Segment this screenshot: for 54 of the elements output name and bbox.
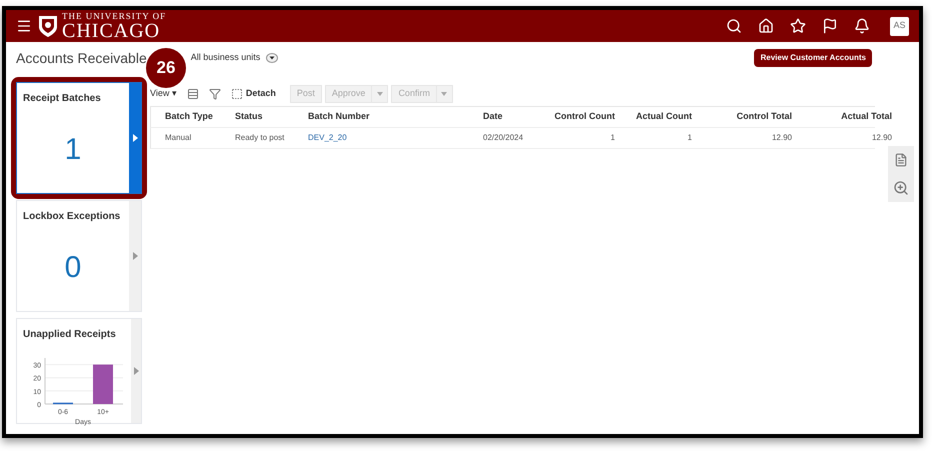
callout-badge: 26: [146, 48, 186, 88]
bar: [93, 364, 113, 404]
tile-title: Unapplied Receipts: [23, 328, 117, 342]
side-panel-tab[interactable]: [888, 146, 914, 174]
column-header[interactable]: Control Total: [692, 110, 792, 124]
column-header[interactable]: Actual Total: [792, 110, 892, 124]
dropdown-caret-icon[interactable]: [372, 85, 388, 103]
table-cell-text: 12.90: [870, 132, 892, 144]
search-icon: [893, 180, 909, 196]
tile-expand-strip[interactable]: [129, 83, 141, 193]
crest-icon: [38, 14, 58, 38]
business-unit-selector[interactable]: All business units: [190, 51, 260, 65]
page-title: Accounts Receivable: [16, 48, 147, 68]
column-header[interactable]: Batch Number: [308, 110, 483, 124]
tile-count: 0: [64, 250, 82, 286]
document-icon: [894, 153, 908, 167]
user-avatar[interactable]: AS: [890, 16, 909, 36]
flag-icon[interactable]: [822, 18, 838, 34]
tile-expand-strip[interactable]: [129, 201, 141, 311]
caret-icon: [134, 367, 138, 375]
table-cell-text: 1: [610, 132, 615, 144]
dropdown-icon[interactable]: [266, 53, 278, 63]
side-panel-tab[interactable]: [888, 174, 914, 202]
table-cell-text: 12.90: [770, 132, 792, 144]
batch-number-link[interactable]: DEV_2_20: [308, 132, 483, 144]
caret-icon: [132, 252, 138, 260]
tile-expand-strip[interactable]: [131, 319, 141, 423]
column-header[interactable]: Date: [483, 110, 535, 124]
view-menu[interactable]: View ▾: [150, 87, 177, 101]
home-icon[interactable]: [758, 18, 774, 34]
table-cell-text: Manual: [165, 132, 192, 144]
tile[interactable]: Lockbox Exceptions 0: [16, 200, 142, 312]
table-cell-text: Ready to post: [235, 132, 286, 144]
detach-icon: [230, 88, 243, 100]
detach-button[interactable]: Detach: [246, 87, 276, 101]
caret-icon: [132, 134, 138, 142]
table-cell-text: 1: [686, 132, 692, 144]
column-header[interactable]: Status: [235, 110, 308, 124]
tile-title: Receipt Batches: [23, 92, 102, 106]
review-customer-accounts-button[interactable]: Review Customer Accounts: [754, 49, 872, 67]
star-icon[interactable]: [790, 18, 806, 34]
bell-icon[interactable]: [854, 18, 870, 34]
tile-count: 1: [64, 132, 82, 168]
logo-text: CHICAGO: [62, 20, 162, 40]
menu-icon[interactable]: [16, 18, 32, 34]
filter-icon[interactable]: [208, 88, 221, 100]
tile[interactable]: Receipt Batches 1: [16, 82, 142, 194]
logo-text: THE UNIVERSITY OF: [62, 12, 166, 20]
tile-title: Lockbox Exceptions: [23, 210, 122, 224]
column-header[interactable]: Actual Count: [615, 110, 692, 124]
table-cell-text: 02/20/2024: [483, 132, 524, 144]
search-icon[interactable]: [726, 18, 742, 34]
column-header[interactable]: Control Count: [535, 110, 615, 124]
column-header[interactable]: Batch Type: [165, 110, 235, 124]
